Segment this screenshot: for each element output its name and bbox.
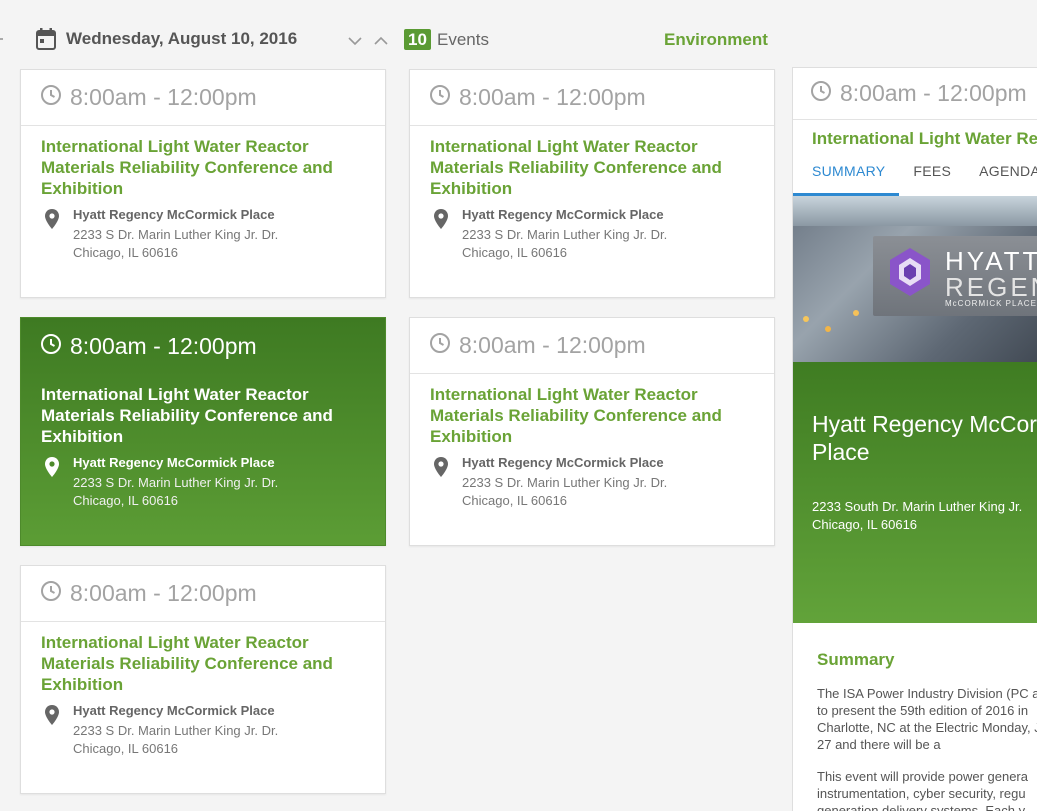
venue-name: Hyatt Regency McCormick Place xyxy=(73,207,275,222)
clock-icon xyxy=(40,580,62,607)
clock-icon xyxy=(810,80,832,107)
location-pin-icon xyxy=(45,457,59,482)
venue-city: Chicago, IL 60616 xyxy=(73,493,179,508)
detail-time: 8:00am - 12:00pm xyxy=(840,80,1027,106)
venue-address: 2233 S Dr. Marin Luther King Jr. Dr. xyxy=(73,227,279,242)
detail-city-line: Chicago, IL 60616 xyxy=(812,517,918,532)
venue-city: Chicago, IL 60616 xyxy=(462,493,568,508)
photo-lights xyxy=(803,316,809,322)
detail-venue-address: 2233 South Dr. Marin Luther King Jr. Chi… xyxy=(812,498,1037,534)
event-card[interactable]: 8:00am - 12:00pm International Light Wat… xyxy=(20,565,386,794)
venue-address: 2233 S Dr. Marin Luther King Jr. Dr. xyxy=(462,475,668,490)
event-venue: Hyatt Regency McCormick Place 2233 S Dr.… xyxy=(410,447,774,510)
event-venue: Hyatt Regency McCormick Place 2233 S Dr.… xyxy=(410,199,774,262)
location-pin-icon xyxy=(434,457,448,482)
event-venue: Hyatt Regency McCormick Place 2233 S Dr.… xyxy=(21,447,385,510)
event-title[interactable]: International Light Water Reactor Materi… xyxy=(21,126,385,199)
event-card[interactable]: 8:00am - 12:00pm International Light Wat… xyxy=(20,69,386,298)
venue-name: Hyatt Regency McCormick Place xyxy=(73,703,275,718)
event-card-selected[interactable]: 8:00am - 12:00pm International Light Wat… xyxy=(20,317,386,546)
event-venue: Hyatt Regency McCormick Place 2233 S Dr.… xyxy=(21,695,385,758)
date-label: Wednesday, August 10, 2016 xyxy=(66,29,298,48)
event-title[interactable]: International Light Water Reactor Materi… xyxy=(410,126,774,199)
tab-agenda[interactable]: AGENDA xyxy=(965,158,1037,196)
date-display[interactable]: Wednesday, August 10, 2016 xyxy=(36,28,297,50)
summary-paragraph-1: The ISA Power Industry Division (PC agai… xyxy=(817,686,1037,752)
venue-address: 2233 S Dr. Marin Luther King Jr. Dr. xyxy=(73,723,279,738)
clock-icon xyxy=(429,84,451,111)
summary-paragraph-2: This event will provide power genera ins… xyxy=(817,769,1028,811)
venue-city: Chicago, IL 60616 xyxy=(462,245,568,260)
venue-city: Chicago, IL 60616 xyxy=(73,245,179,260)
category-environment-link[interactable]: Environment xyxy=(664,29,768,50)
detail-title: International Light Water Re xyxy=(812,129,1037,148)
clock-icon xyxy=(40,84,62,111)
detail-venue-name: Hyatt Regency McCor Place xyxy=(812,411,1037,465)
event-time: 8:00am - 12:00pm xyxy=(459,84,646,110)
venue-name: Hyatt Regency McCormick Place xyxy=(462,455,664,470)
event-card[interactable]: 8:00am - 12:00pm International Light Wat… xyxy=(409,317,775,546)
header: Wednesday, August 10, 2016 10 Events Env… xyxy=(0,0,1037,70)
clock-icon xyxy=(40,333,62,360)
calendar-icon xyxy=(36,28,56,50)
event-title[interactable]: International Light Water Reactor Materi… xyxy=(21,622,385,695)
venue-photo: HYATT REGENC McCORMICK PLACE xyxy=(793,196,1037,362)
tab-summary[interactable]: SUMMARY xyxy=(793,158,900,196)
venue-name: Hyatt Regency McCormick Place xyxy=(462,207,664,222)
event-time: 8:00am - 12:00pm xyxy=(70,84,257,110)
event-time: 8:00am - 12:00pm xyxy=(70,580,257,606)
event-time: 8:00am - 12:00pm xyxy=(70,332,257,359)
back-edge-marker[interactable] xyxy=(0,38,3,40)
event-time-row: 8:00am - 12:00pm xyxy=(21,70,385,126)
location-pin-icon xyxy=(45,705,59,730)
detail-address-line: 2233 South Dr. Marin Luther King Jr. xyxy=(812,499,1023,514)
events-count-badge: 10 xyxy=(404,29,431,50)
chevron-up-icon[interactable] xyxy=(372,32,390,50)
page: Wednesday, August 10, 2016 10 Events Env… xyxy=(0,0,1037,811)
event-time-row: 8:00am - 12:00pm xyxy=(410,318,774,374)
event-time-row: 8:00am - 12:00pm xyxy=(21,566,385,622)
clock-icon xyxy=(429,332,451,359)
chevron-down-icon[interactable] xyxy=(346,32,364,50)
event-time-row: 8:00am - 12:00pm xyxy=(410,70,774,126)
detail-time-row: 8:00am - 12:00pm xyxy=(793,68,1037,120)
venue-address: 2233 S Dr. Marin Luther King Jr. Dr. xyxy=(73,475,279,490)
event-time: 8:00am - 12:00pm xyxy=(459,332,646,358)
event-detail-panel: 8:00am - 12:00pm International Light Wat… xyxy=(792,67,1037,811)
tab-fees[interactable]: FEES xyxy=(899,158,965,196)
event-card[interactable]: 8:00am - 12:00pm International Light Wat… xyxy=(409,69,775,298)
location-pin-icon xyxy=(45,209,59,234)
venue-info-box: Hyatt Regency McCor Place 2233 South Dr.… xyxy=(793,362,1037,623)
summary-heading: Summary xyxy=(817,650,895,669)
venue-city: Chicago, IL 60616 xyxy=(73,741,179,756)
hyatt-logo-icon xyxy=(887,246,933,298)
location-pin-icon xyxy=(434,209,448,234)
event-venue: Hyatt Regency McCormick Place 2233 S Dr.… xyxy=(21,199,385,262)
hotel-sign: HYATT REGENC McCORMICK PLACE xyxy=(873,236,1037,316)
hotel-sign-line3: McCORMICK PLACE xyxy=(945,299,1037,308)
photo-canopy xyxy=(793,196,1037,226)
event-title[interactable]: International Light Water Reactor Materi… xyxy=(21,374,385,447)
event-title[interactable]: International Light Water Reactor Materi… xyxy=(410,374,774,447)
venue-name: Hyatt Regency McCormick Place xyxy=(73,455,275,470)
venue-address: 2233 S Dr. Marin Luther King Jr. Dr. xyxy=(462,227,668,242)
event-time-row: 8:00am - 12:00pm xyxy=(21,318,385,374)
events-label: Events xyxy=(437,30,489,49)
detail-tabs: SUMMARY FEES AGENDA xyxy=(793,158,1037,196)
